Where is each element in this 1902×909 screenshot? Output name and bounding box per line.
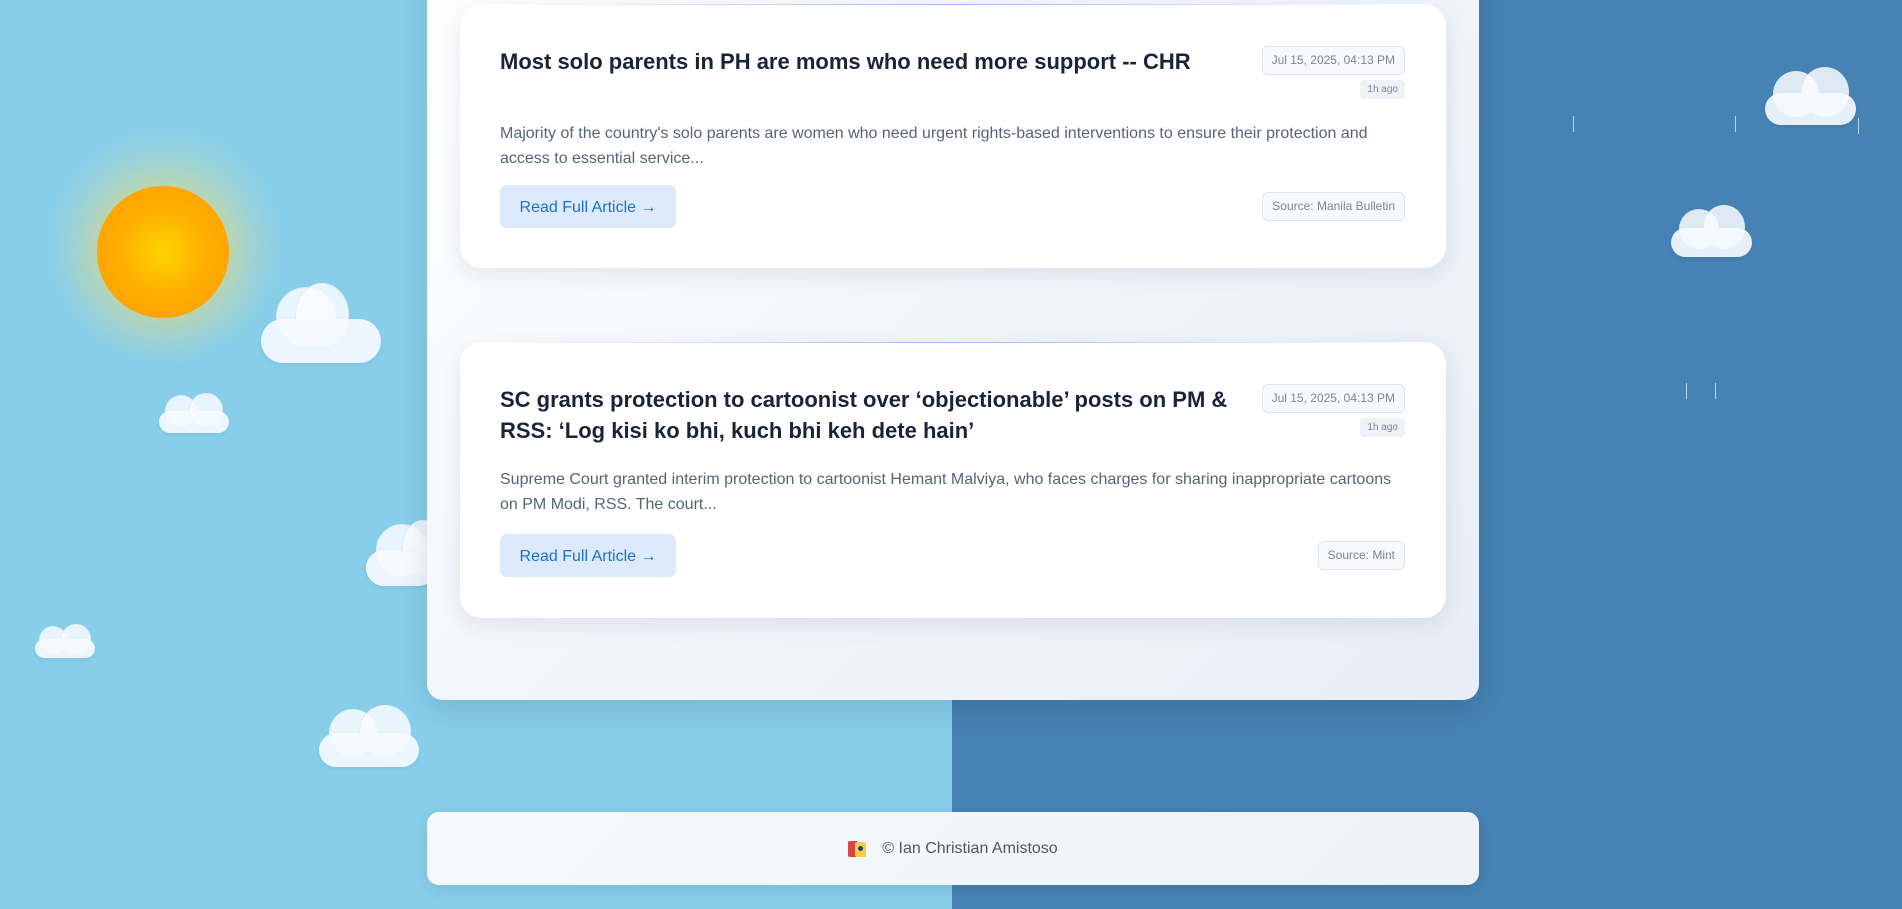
- cloud-icon: [366, 520, 444, 586]
- footer-copyright: © Ian Christian Amistoso: [882, 839, 1058, 857]
- article-title: Most solo parents in PH are moms who nee…: [500, 49, 1191, 74]
- cloud-icon: [261, 283, 381, 363]
- footer: © Ian Christian Amistoso: [427, 812, 1479, 885]
- article-card: SC grants protection to cartoonist over …: [460, 342, 1446, 618]
- time-ago-badge: 1h ago: [1360, 418, 1405, 437]
- rain-drop: [1715, 383, 1716, 399]
- cloud-icon: [1671, 205, 1752, 257]
- source-badge: Source: Mint: [1317, 541, 1405, 570]
- read-full-article-button[interactable]: Read Full Article →: [500, 185, 676, 228]
- rain-drop: [1735, 116, 1736, 132]
- article-description: Majority of the country's solo parents a…: [500, 125, 1368, 167]
- rain-drop: [1686, 383, 1687, 399]
- source-badge: Source: Manila Bulletin: [1262, 192, 1405, 221]
- date-badge: Jul 15, 2025, 04:13 PM: [1261, 46, 1405, 75]
- article-card: Most solo parents in PH are moms who nee…: [460, 4, 1446, 268]
- sun-icon: [97, 186, 229, 318]
- cloud-icon: [1765, 67, 1856, 125]
- profile-icon: [848, 840, 867, 858]
- cloud-icon: [159, 393, 229, 433]
- date-badge: Jul 15, 2025, 04:13 PM: [1261, 384, 1405, 413]
- cloud-icon: [35, 624, 95, 658]
- time-ago-badge: 1h ago: [1360, 80, 1405, 99]
- rain-drop: [1573, 116, 1574, 132]
- article-description: Supreme Court granted interim protection…: [500, 471, 1392, 513]
- read-full-article-button[interactable]: Read Full Article →: [500, 534, 676, 577]
- cloud-icon: [319, 705, 419, 767]
- article-title: SC grants protection to cartoonist over …: [500, 387, 1228, 443]
- rain-drop: [1858, 118, 1859, 134]
